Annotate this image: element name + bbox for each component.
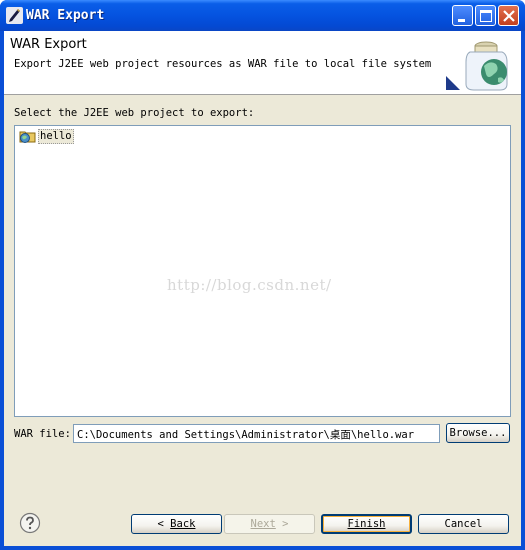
minimize-icon	[458, 19, 465, 22]
back-button[interactable]: < Back	[131, 514, 222, 534]
project-tree[interactable]: hello http://blog.csdn.net/	[14, 125, 511, 417]
war-file-input[interactable]: C:\Documents and Settings\Administrator\…	[73, 424, 440, 443]
wizard-page-description: Export J2EE web project resources as WAR…	[14, 58, 432, 70]
maximize-button[interactable]	[475, 5, 496, 26]
close-icon	[503, 10, 515, 22]
finish-label: Finish	[347, 518, 386, 530]
tree-item-hello[interactable]: hello	[19, 128, 74, 144]
war-file-label: WAR file:	[14, 428, 71, 440]
window-title: WAR Export	[26, 8, 105, 23]
browse-button[interactable]: Browse...	[446, 423, 510, 443]
eclipse-pen-icon	[6, 7, 23, 24]
maximize-icon	[480, 10, 492, 22]
finish-button[interactable]: Finish	[321, 514, 412, 534]
dialog-client-area: WAR Export Export J2EE web project resou…	[4, 31, 521, 546]
wizard-banner: WAR Export Export J2EE web project resou…	[4, 31, 521, 95]
watermark-text: http://blog.csdn.net/	[167, 276, 332, 294]
back-label: Back	[170, 518, 196, 530]
war-export-window: WAR Export WAR Export Export J2EE web pr…	[0, 0, 525, 550]
title-bar[interactable]: WAR Export	[0, 0, 525, 31]
back-arrow: <	[157, 518, 164, 530]
web-project-icon	[19, 131, 36, 143]
minimize-button[interactable]	[452, 5, 473, 26]
wizard-page-title: WAR Export	[10, 37, 87, 52]
next-arrow: >	[282, 518, 289, 530]
help-icon[interactable]	[19, 512, 41, 534]
tree-item-label: hello	[38, 128, 74, 144]
next-button[interactable]: Next >	[224, 514, 315, 534]
close-button[interactable]	[498, 5, 519, 26]
project-select-label: Select the J2EE web project to export:	[14, 107, 255, 119]
next-label: Next	[250, 518, 276, 530]
cancel-button[interactable]: Cancel	[418, 514, 509, 534]
war-globe-jar-icon	[446, 41, 508, 91]
